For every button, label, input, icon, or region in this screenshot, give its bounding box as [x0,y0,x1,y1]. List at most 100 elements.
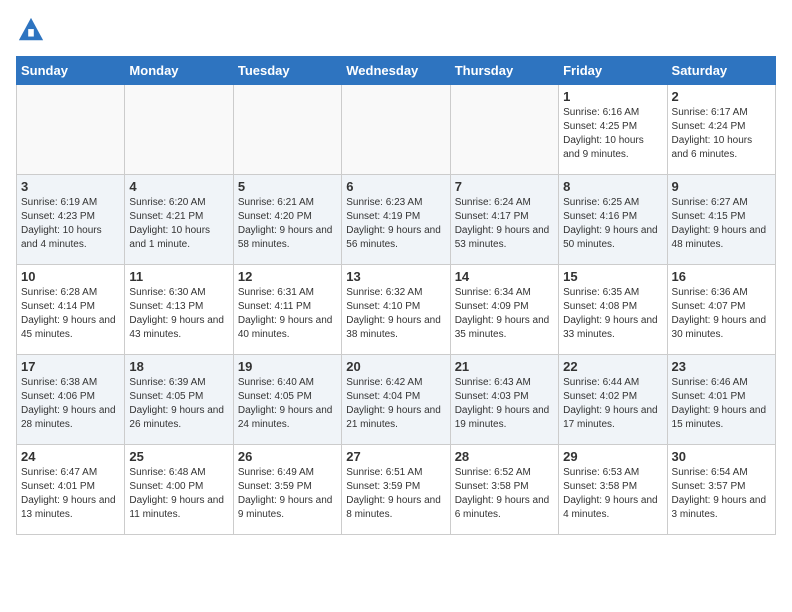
calendar-day-cell: 10Sunrise: 6:28 AM Sunset: 4:14 PM Dayli… [17,265,125,355]
calendar-day-cell: 1 Sunrise: 6:16 AM Sunset: 4:25 PM Daylig… [559,85,667,175]
day-number: 17 [21,359,120,374]
calendar-day-cell: 24Sunrise: 6:47 AM Sunset: 4:01 PM Dayli… [17,445,125,535]
calendar-day-cell [450,85,558,175]
day-info: Sunrise: 6:20 AM Sunset: 4:21 PM Dayligh… [129,196,228,252]
day-number: 13 [346,269,445,284]
day-number: 14 [455,269,554,284]
weekday-header: Sunday [17,57,125,85]
day-info: Sunrise: 6:25 AM Sunset: 4:16 PM Dayligh… [563,196,662,252]
calendar-day-cell: 3 Sunrise: 6:19 AM Sunset: 4:23 PM Daylig… [17,175,125,265]
day-number: 19 [238,359,337,374]
day-number: 11 [129,269,228,284]
day-number: 16 [672,269,771,284]
calendar-day-cell: 29Sunrise: 6:53 AM Sunset: 3:58 PM Dayli… [559,445,667,535]
calendar-day-cell: 16Sunrise: 6:36 AM Sunset: 4:07 PM Dayli… [667,265,775,355]
calendar-week-row: 3 Sunrise: 6:19 AM Sunset: 4:23 PM Daylig… [17,175,776,265]
calendar-day-cell: 13 Sunrise: 6:32 AM Sunset: 4:10 PM Dayli… [342,265,450,355]
weekday-header: Friday [559,57,667,85]
calendar-day-cell: 7 Sunrise: 6:24 AM Sunset: 4:17 PM Daylig… [450,175,558,265]
calendar-day-cell: 5 Sunrise: 6:21 AM Sunset: 4:20 PM Daylig… [233,175,341,265]
day-info: Sunrise: 6:38 AM Sunset: 4:06 PM Dayligh… [21,376,120,432]
day-info: Sunrise: 6:35 AM Sunset: 4:08 PM Dayligh… [563,286,662,342]
day-number: 27 [346,449,445,464]
day-info: Sunrise: 6:16 AM Sunset: 4:25 PM Dayligh… [563,106,662,162]
calendar-week-row: 24Sunrise: 6:47 AM Sunset: 4:01 PM Dayli… [17,445,776,535]
calendar-week-row: 10Sunrise: 6:28 AM Sunset: 4:14 PM Dayli… [17,265,776,355]
calendar-day-cell: 25 Sunrise: 6:48 AM Sunset: 4:00 PM Dayli… [125,445,233,535]
calendar-day-cell: 14Sunrise: 6:34 AM Sunset: 4:09 PM Dayli… [450,265,558,355]
day-info: Sunrise: 6:48 AM Sunset: 4:00 PM Dayligh… [129,466,228,522]
calendar-day-cell: 20 Sunrise: 6:42 AM Sunset: 4:04 PM Dayli… [342,355,450,445]
day-number: 15 [563,269,662,284]
calendar-day-cell: 2 Sunrise: 6:17 AM Sunset: 4:24 PM Daylig… [667,85,775,175]
day-info: Sunrise: 6:52 AM Sunset: 3:58 PM Dayligh… [455,466,554,522]
day-info: Sunrise: 6:28 AM Sunset: 4:14 PM Dayligh… [21,286,120,342]
calendar-day-cell: 26 Sunrise: 6:49 AM Sunset: 3:59 PM Dayli… [233,445,341,535]
day-info: Sunrise: 6:31 AM Sunset: 4:11 PM Dayligh… [238,286,337,342]
calendar-day-cell: 9 Sunrise: 6:27 AM Sunset: 4:15 PM Daylig… [667,175,775,265]
calendar-day-cell: 30 Sunrise: 6:54 AM Sunset: 3:57 PM Dayli… [667,445,775,535]
day-number: 5 [238,179,337,194]
day-number: 21 [455,359,554,374]
day-number: 7 [455,179,554,194]
page-header [16,16,776,44]
day-info: Sunrise: 6:39 AM Sunset: 4:05 PM Dayligh… [129,376,228,432]
weekday-header-row: SundayMondayTuesdayWednesdayThursdayFrid… [17,57,776,85]
day-number: 4 [129,179,228,194]
day-info: Sunrise: 6:17 AM Sunset: 4:24 PM Dayligh… [672,106,771,162]
day-number: 28 [455,449,554,464]
calendar-day-cell: 6Sunrise: 6:23 AM Sunset: 4:19 PM Daylig… [342,175,450,265]
day-number: 18 [129,359,228,374]
day-info: Sunrise: 6:44 AM Sunset: 4:02 PM Dayligh… [563,376,662,432]
calendar-day-cell: 23 Sunrise: 6:46 AM Sunset: 4:01 PM Dayli… [667,355,775,445]
calendar-day-cell: 8Sunrise: 6:25 AM Sunset: 4:16 PM Daylig… [559,175,667,265]
day-number: 2 [672,89,771,104]
day-number: 29 [563,449,662,464]
day-number: 20 [346,359,445,374]
calendar-day-cell: 17 Sunrise: 6:38 AM Sunset: 4:06 PM Dayli… [17,355,125,445]
day-info: Sunrise: 6:27 AM Sunset: 4:15 PM Dayligh… [672,196,771,252]
day-number: 24 [21,449,120,464]
day-number: 6 [346,179,445,194]
calendar-week-row: 1 Sunrise: 6:16 AM Sunset: 4:25 PM Daylig… [17,85,776,175]
calendar-day-cell: 11 Sunrise: 6:30 AM Sunset: 4:13 PM Dayli… [125,265,233,355]
day-info: Sunrise: 6:46 AM Sunset: 4:01 PM Dayligh… [672,376,771,432]
calendar-week-row: 17 Sunrise: 6:38 AM Sunset: 4:06 PM Dayli… [17,355,776,445]
weekday-header: Saturday [667,57,775,85]
day-info: Sunrise: 6:19 AM Sunset: 4:23 PM Dayligh… [21,196,120,252]
day-number: 3 [21,179,120,194]
calendar-day-cell: 18 Sunrise: 6:39 AM Sunset: 4:05 PM Dayli… [125,355,233,445]
calendar-day-cell [233,85,341,175]
day-number: 30 [672,449,771,464]
day-number: 25 [129,449,228,464]
day-info: Sunrise: 6:42 AM Sunset: 4:04 PM Dayligh… [346,376,445,432]
day-info: Sunrise: 6:30 AM Sunset: 4:13 PM Dayligh… [129,286,228,342]
weekday-header: Tuesday [233,57,341,85]
day-number: 12 [238,269,337,284]
day-info: Sunrise: 6:32 AM Sunset: 4:10 PM Dayligh… [346,286,445,342]
calendar-day-cell: 28 Sunrise: 6:52 AM Sunset: 3:58 PM Dayli… [450,445,558,535]
day-number: 1 [563,89,662,104]
day-info: Sunrise: 6:43 AM Sunset: 4:03 PM Dayligh… [455,376,554,432]
calendar-day-cell: 15 Sunrise: 6:35 AM Sunset: 4:08 PM Dayli… [559,265,667,355]
day-info: Sunrise: 6:24 AM Sunset: 4:17 PM Dayligh… [455,196,554,252]
calendar-day-cell: 22Sunrise: 6:44 AM Sunset: 4:02 PM Dayli… [559,355,667,445]
weekday-header: Monday [125,57,233,85]
weekday-header: Wednesday [342,57,450,85]
day-number: 26 [238,449,337,464]
logo-text [16,16,46,44]
day-number: 9 [672,179,771,194]
day-info: Sunrise: 6:21 AM Sunset: 4:20 PM Dayligh… [238,196,337,252]
day-number: 23 [672,359,771,374]
day-info: Sunrise: 6:49 AM Sunset: 3:59 PM Dayligh… [238,466,337,522]
calendar-day-cell: 12 Sunrise: 6:31 AM Sunset: 4:11 PM Dayli… [233,265,341,355]
calendar-day-cell: 19Sunrise: 6:40 AM Sunset: 4:05 PM Dayli… [233,355,341,445]
logo [16,16,46,44]
day-info: Sunrise: 6:51 AM Sunset: 3:59 PM Dayligh… [346,466,445,522]
calendar-day-cell: 4 Sunrise: 6:20 AM Sunset: 4:21 PM Daylig… [125,175,233,265]
calendar-day-cell: 21 Sunrise: 6:43 AM Sunset: 4:03 PM Dayli… [450,355,558,445]
calendar-day-cell: 27 Sunrise: 6:51 AM Sunset: 3:59 PM Dayli… [342,445,450,535]
day-info: Sunrise: 6:54 AM Sunset: 3:57 PM Dayligh… [672,466,771,522]
logo-icon [17,16,45,44]
calendar-day-cell [17,85,125,175]
